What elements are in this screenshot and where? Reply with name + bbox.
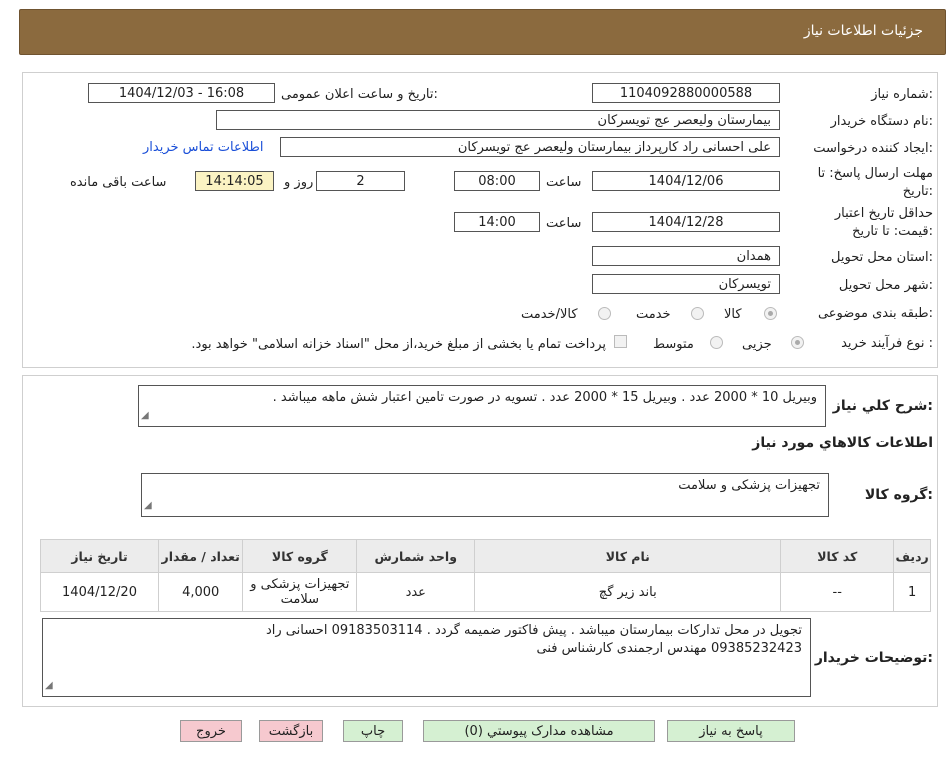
buyer-notes-line1: تجویل در محل تدارکات بیمارستان میباشد . … [265,623,802,638]
buyer-notes-label: توضیحات خریدار: [814,650,933,666]
reply-button[interactable]: پاسخ به نياز [667,720,795,742]
col-group: گروه کالا [242,539,358,573]
cell-qty: 4,000 [157,572,244,612]
col-row: رديف [893,539,931,573]
announce-label: تاریخ و ساعت اعلان عمومی: [281,87,438,102]
buyer-notes-textarea[interactable]: تجویل در محل تدارکات بیمارستان میباشد . … [42,618,811,697]
deadline-date-field: 1404/12/06 [592,171,780,191]
buyer-notes-line2: 09385232423 مهندس ارجمندی کارشناس فنی [536,641,803,656]
resize-grip-icon: ◢ [141,410,149,421]
creator-label: ایجاد کننده درخواست: [813,141,933,156]
page-title: جزئیات اطلاعات نیاز [803,23,923,39]
process-label: نوع فرآیند خرید : [841,336,933,351]
need-number-field: 1104092880000588 [592,83,780,103]
remaining-time-field: 14:14:05 [195,171,274,191]
goods-group-text: تجهیزات پزشکی و سلامت [678,478,820,493]
col-qty: تعداد / مقدار [157,539,244,573]
category-option-goods: کالا [724,307,742,322]
category-radio-goods-service[interactable] [598,307,611,320]
creator-field: علی احسانی راد کارپرداز بیمارستان ولیعصر… [280,137,780,157]
col-name: نام کالا [474,539,782,573]
goods-group-label: گروه کالا: [864,487,933,503]
days-label: روز و [284,175,314,190]
need-number-label: شماره نیاز: [871,87,933,102]
deadline-label-line2: تاریخ: [902,184,933,199]
resize-grip-icon: ◢ [45,680,53,691]
print-button[interactable]: چاپ [343,720,403,742]
buyer-org-field: بیمارستان ولیعصر عج تویسرکان [216,110,780,130]
process-option-medium: متوسط [653,337,694,352]
announce-datetime-field: 1404/12/03 - 16:08 [88,83,275,103]
exit-button[interactable]: خروج [180,720,242,742]
col-unit: واحد شمارش [356,539,476,573]
process-radio-medium[interactable] [710,336,723,349]
summary-label: شرح کلي نياز: [832,398,933,414]
category-option-goods-service: کالا/خدمت [521,307,578,322]
col-date: تاریخ نیاز [40,539,159,573]
province-field: همدان [592,246,780,266]
page-header: جزئیات اطلاعات نیاز [19,9,946,55]
validity-date-field: 1404/12/28 [592,212,780,232]
validity-time-label: ساعت [546,216,582,231]
process-option-minor: جزیی [742,337,772,352]
cell-code: -- [780,572,895,612]
validity-label-line2: قیمت: تا تاریخ: [852,224,933,239]
summary-text: وبیریل 10 * 2000 عدد . وبیریل 15 * 2000 … [272,390,817,405]
buyer-org-label: نام دستگاه خریدار: [830,114,933,129]
cell-row: 1 [893,572,931,612]
category-radio-goods[interactable] [764,307,777,320]
city-field: تویسرکان [592,274,780,294]
back-button[interactable]: بازگشت [259,720,323,742]
city-label: شهر محل تحویل: [838,278,933,293]
resize-grip-icon: ◢ [144,500,152,511]
col-code: کد کالا [780,539,895,573]
goods-table: رديف کد کالا نام کالا واحد شمارش گروه کا… [40,539,931,612]
goods-table-header: رديف کد کالا نام کالا واحد شمارش گروه کا… [40,539,931,573]
category-radio-service[interactable] [691,307,704,320]
deadline-label-line1: مهلت ارسال پاسخ: تا [817,166,933,181]
validity-time-field: 14:00 [454,212,540,232]
province-label: استان محل تحویل: [831,250,933,265]
deadline-time-field: 08:00 [454,171,540,191]
deadline-time-label: ساعت [546,175,582,190]
validity-label-line1: حداقل تاریخ اعتبار [834,206,933,221]
remaining-label: ساعت باقی مانده [70,175,167,190]
table-row: 1 -- باند زیر گچ عدد تجهیزات پزشکی و سلا… [40,572,931,612]
goods-section-title: اطلاعات کالاهاي مورد نياز [752,435,933,451]
buyer-contact-link[interactable]: اطلاعات تماس خریدار [143,140,263,155]
goods-group-textarea[interactable]: تجهیزات پزشکی و سلامت ◢ [141,473,829,517]
cell-name: باند زیر گچ [474,572,782,612]
cell-date: 1404/12/20 [40,572,159,612]
category-label: طبقه بندی موضوعی: [817,306,933,321]
summary-textarea[interactable]: وبیریل 10 * 2000 عدد . وبیریل 15 * 2000 … [138,385,826,427]
cell-unit: عدد [356,572,476,612]
attachments-button[interactable]: مشاهده مدارک پيوستي (0) [423,720,655,742]
cell-group: تجهیزات پزشکی و سلامت [242,572,358,612]
treasury-checkbox[interactable] [614,335,627,348]
category-option-service: خدمت [636,307,671,322]
process-radio-minor[interactable] [791,336,804,349]
treasury-note: پرداخت تمام یا بخشی از مبلغ خرید،از محل … [191,337,606,352]
remaining-days-field: 2 [316,171,405,191]
